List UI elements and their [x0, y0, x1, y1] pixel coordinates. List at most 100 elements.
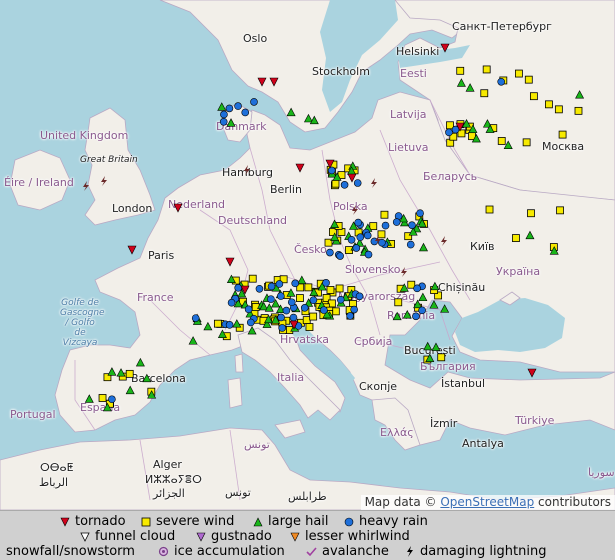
large-hail-marker[interactable] [247, 325, 257, 335]
heavy-rain-marker[interactable] [277, 313, 285, 322]
severe-wind-marker[interactable] [554, 105, 563, 114]
large-hail-marker[interactable] [418, 292, 428, 302]
severe-wind-marker[interactable] [485, 205, 494, 214]
heavy-rain-marker[interactable] [340, 181, 349, 189]
heavy-rain-marker[interactable] [350, 305, 358, 314]
heavy-rain-marker[interactable] [219, 117, 228, 126]
lightning-marker[interactable] [352, 205, 358, 215]
severe-wind-marker[interactable] [480, 89, 489, 98]
tornado-marker[interactable] [225, 257, 235, 267]
large-hail-marker[interactable] [418, 242, 428, 252]
heavy-rain-marker[interactable] [246, 318, 255, 327]
severe-wind-marker[interactable] [482, 65, 491, 74]
severe-wind-marker[interactable] [456, 66, 465, 75]
heavy-rain-marker[interactable] [336, 252, 344, 260]
heavy-rain-marker[interactable] [255, 284, 264, 293]
heavy-rain-marker[interactable] [225, 321, 234, 329]
heavy-rain-marker[interactable] [413, 284, 421, 293]
legend-avalanche[interactable]: avalanche [306, 544, 389, 559]
legend-heavy-rain[interactable]: heavy rain [344, 514, 428, 529]
severe-wind-marker[interactable] [335, 284, 344, 293]
severe-wind-marker[interactable] [556, 206, 564, 215]
heavy-rain-marker[interactable] [300, 304, 309, 312]
heavy-rain-marker[interactable] [234, 284, 243, 292]
large-hail-marker[interactable] [107, 367, 117, 376]
heavy-rain-marker[interactable] [267, 282, 276, 291]
heavy-rain-marker[interactable] [327, 166, 336, 175]
severe-wind-marker[interactable] [331, 179, 340, 188]
severe-wind-marker[interactable] [522, 138, 531, 147]
heavy-rain-marker[interactable] [406, 240, 415, 249]
severe-wind-marker[interactable] [545, 100, 553, 109]
tornado-marker[interactable] [257, 77, 267, 87]
heavy-rain-marker[interactable] [278, 324, 286, 332]
large-hail-marker[interactable] [188, 336, 198, 345]
severe-wind-marker[interactable] [248, 274, 257, 283]
large-hail-marker[interactable] [423, 341, 433, 351]
heavy-rain-marker[interactable] [392, 218, 401, 226]
map-view[interactable]: Oslo Stockholm Helsinki Санкт-Петербург Eest… [0, 0, 615, 510]
tornado-marker[interactable] [295, 163, 305, 173]
lightning-marker[interactable] [401, 267, 407, 277]
heavy-rain-marker[interactable] [108, 395, 116, 404]
severe-wind-marker[interactable] [377, 230, 386, 239]
severe-wind-marker[interactable] [558, 130, 567, 139]
large-hail-marker[interactable] [431, 342, 441, 351]
large-hail-marker[interactable] [226, 118, 236, 127]
large-hail-marker[interactable] [402, 310, 412, 319]
severe-wind-marker[interactable] [437, 353, 446, 362]
severe-wind-marker[interactable] [213, 319, 222, 328]
heavy-rain-marker[interactable] [275, 280, 284, 288]
severe-wind-marker[interactable] [98, 394, 107, 402]
severe-wind-marker[interactable] [515, 69, 523, 78]
large-hail-marker[interactable] [84, 394, 94, 403]
legend-ice-accumulation[interactable]: ice accumulation [158, 544, 285, 559]
severe-wind-marker[interactable] [512, 234, 520, 242]
large-hail-marker[interactable] [217, 102, 227, 111]
severe-wind-marker[interactable] [125, 369, 134, 378]
heavy-rain-marker[interactable] [364, 250, 373, 259]
large-hail-marker[interactable] [440, 304, 450, 313]
heavy-rain-marker[interactable] [347, 235, 356, 244]
heavy-rain-marker[interactable] [336, 295, 345, 304]
heavy-rain-marker[interactable] [326, 248, 334, 257]
heavy-rain-marker[interactable] [497, 77, 505, 86]
lightning-marker[interactable] [371, 178, 377, 188]
heavy-rain-marker[interactable] [309, 296, 318, 304]
heavy-rain-marker[interactable] [282, 306, 291, 315]
tornado-marker[interactable] [269, 77, 279, 87]
heavy-rain-marker[interactable] [352, 244, 361, 252]
heavy-rain-marker[interactable] [244, 305, 253, 314]
heavy-rain-marker[interactable] [355, 292, 364, 301]
large-hail-marker[interactable] [232, 319, 242, 328]
severe-wind-marker[interactable] [369, 222, 378, 231]
severe-wind-marker[interactable] [326, 286, 335, 294]
heavy-rain-marker[interactable] [277, 292, 285, 300]
legend-tornado[interactable]: tornado [60, 514, 126, 529]
legend-snowfall[interactable]: snowfall/snowstorm [6, 544, 135, 559]
heavy-rain-marker[interactable] [354, 218, 362, 227]
severe-wind-marker[interactable] [331, 307, 340, 316]
large-hail-marker[interactable] [575, 90, 585, 99]
tornado-marker[interactable] [527, 368, 537, 378]
tornado-marker[interactable] [440, 43, 450, 53]
heavy-rain-marker[interactable] [320, 306, 328, 314]
severe-wind-marker[interactable] [304, 283, 313, 292]
severe-wind-marker[interactable] [529, 92, 538, 101]
heavy-rain-marker[interactable] [191, 314, 200, 322]
large-hail-marker[interactable] [297, 275, 307, 284]
heavy-rain-marker[interactable] [418, 306, 426, 315]
heavy-rain-marker[interactable] [408, 221, 416, 229]
large-hail-marker[interactable] [429, 300, 439, 309]
lightning-marker[interactable] [83, 181, 89, 191]
lightning-marker[interactable] [101, 176, 107, 186]
severe-wind-marker[interactable] [524, 75, 533, 84]
heavy-rain-marker[interactable] [267, 295, 275, 303]
heavy-rain-marker[interactable] [412, 312, 420, 321]
heavy-rain-marker[interactable] [250, 98, 258, 106]
large-hail-marker[interactable] [456, 78, 466, 87]
legend-lesser-whirlwind[interactable]: lesser whirlwind [290, 529, 410, 544]
heavy-rain-marker[interactable] [227, 298, 236, 307]
heavy-rain-marker[interactable] [241, 108, 250, 117]
legend-large-hail[interactable]: large hail [253, 514, 329, 529]
